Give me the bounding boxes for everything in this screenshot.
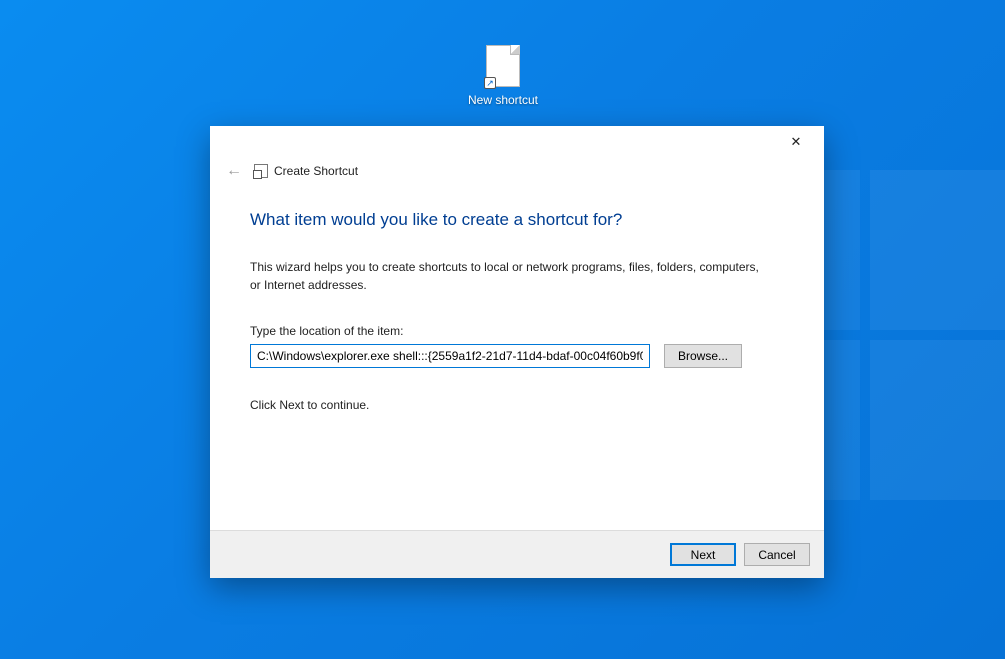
close-icon: ✕ — [791, 134, 802, 150]
titlebar: ✕ — [210, 126, 824, 158]
wizard-header: ← Create Shortcut — [210, 158, 824, 184]
location-input[interactable] — [250, 344, 650, 368]
shortcut-icon — [254, 164, 268, 178]
next-button[interactable]: Next — [670, 543, 736, 566]
desktop: ↗ New shortcut ✕ ← Create Shortcut What … — [0, 0, 1005, 659]
shortcut-arrow-icon: ↗ — [484, 77, 496, 89]
wizard-hint: Click Next to continue. — [250, 398, 784, 412]
back-button[interactable]: ← — [222, 159, 246, 183]
create-shortcut-window: ✕ ← Create Shortcut What item would you … — [210, 126, 824, 578]
desktop-icon-new-shortcut[interactable]: ↗ New shortcut — [466, 45, 540, 107]
wizard-body: What item would you like to create a sho… — [210, 184, 824, 530]
wizard-title: Create Shortcut — [274, 164, 358, 178]
file-icon: ↗ — [486, 45, 520, 87]
wizard-footer: Next Cancel — [210, 530, 824, 578]
cancel-button[interactable]: Cancel — [744, 543, 810, 566]
location-row: Browse... — [250, 344, 784, 368]
browse-button[interactable]: Browse... — [664, 344, 742, 368]
location-field-label: Type the location of the item: — [250, 324, 784, 338]
back-arrow-icon: ← — [226, 162, 242, 180]
wizard-headline: What item would you like to create a sho… — [250, 210, 784, 230]
desktop-icon-label: New shortcut — [466, 93, 540, 107]
close-button[interactable]: ✕ — [774, 128, 818, 156]
wizard-intro: This wizard helps you to create shortcut… — [250, 258, 770, 294]
